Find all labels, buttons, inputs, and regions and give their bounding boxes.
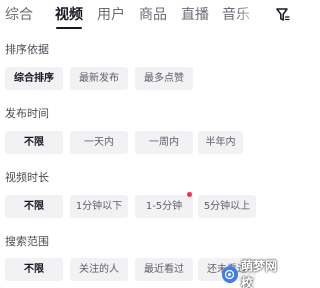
scope-option-followed[interactable]: 关注的人: [70, 258, 128, 281]
tab-products[interactable]: 商品: [139, 6, 167, 24]
duration-option-over-5min[interactable]: 5分钟以上: [198, 195, 256, 218]
publish-time-option-half-year[interactable]: 半年内: [198, 131, 243, 154]
duration-option-1-5min[interactable]: 1-5分钟: [135, 195, 193, 218]
scope-option-any[interactable]: 不限: [5, 258, 63, 281]
duration-option-under-1min[interactable]: 1分钟以下: [70, 195, 128, 218]
publish-time-section-title: 发布时间: [5, 107, 49, 120]
sort-option-most-liked[interactable]: 最多点赞: [135, 67, 193, 90]
tab-video[interactable]: 视频: [55, 6, 83, 24]
publish-time-option-any[interactable]: 不限: [5, 131, 63, 154]
search-tab-bar: 综合 视频 用户 商品 直播 音乐: [0, 0, 290, 30]
duration-option-any[interactable]: 不限: [5, 195, 63, 218]
sort-section-title: 排序依据: [5, 43, 49, 56]
watermark-text: 萌梦网校: [240, 259, 277, 288]
filter-icon[interactable]: [276, 7, 290, 23]
tab-comprehensive[interactable]: 综合: [5, 6, 33, 24]
watermark-logo-icon: [222, 265, 238, 283]
watermark: 萌梦网校: [222, 259, 286, 288]
duration-section-title: 视频时长: [5, 171, 49, 184]
publish-time-option-day[interactable]: 一天内: [70, 131, 128, 154]
active-tab-indicator: [56, 27, 82, 29]
tab-bar-fade: [236, 0, 262, 30]
publish-time-option-week[interactable]: 一周内: [135, 131, 193, 154]
tab-live[interactable]: 直播: [181, 6, 209, 24]
new-indicator-dot: [187, 192, 192, 197]
scope-section-title: 搜索范围: [5, 235, 49, 248]
tab-users[interactable]: 用户: [97, 6, 125, 24]
scope-option-recently-viewed[interactable]: 最近看过: [135, 258, 193, 281]
sort-option-latest[interactable]: 最新发布: [70, 67, 128, 90]
sort-option-comprehensive[interactable]: 综合排序: [5, 67, 63, 90]
